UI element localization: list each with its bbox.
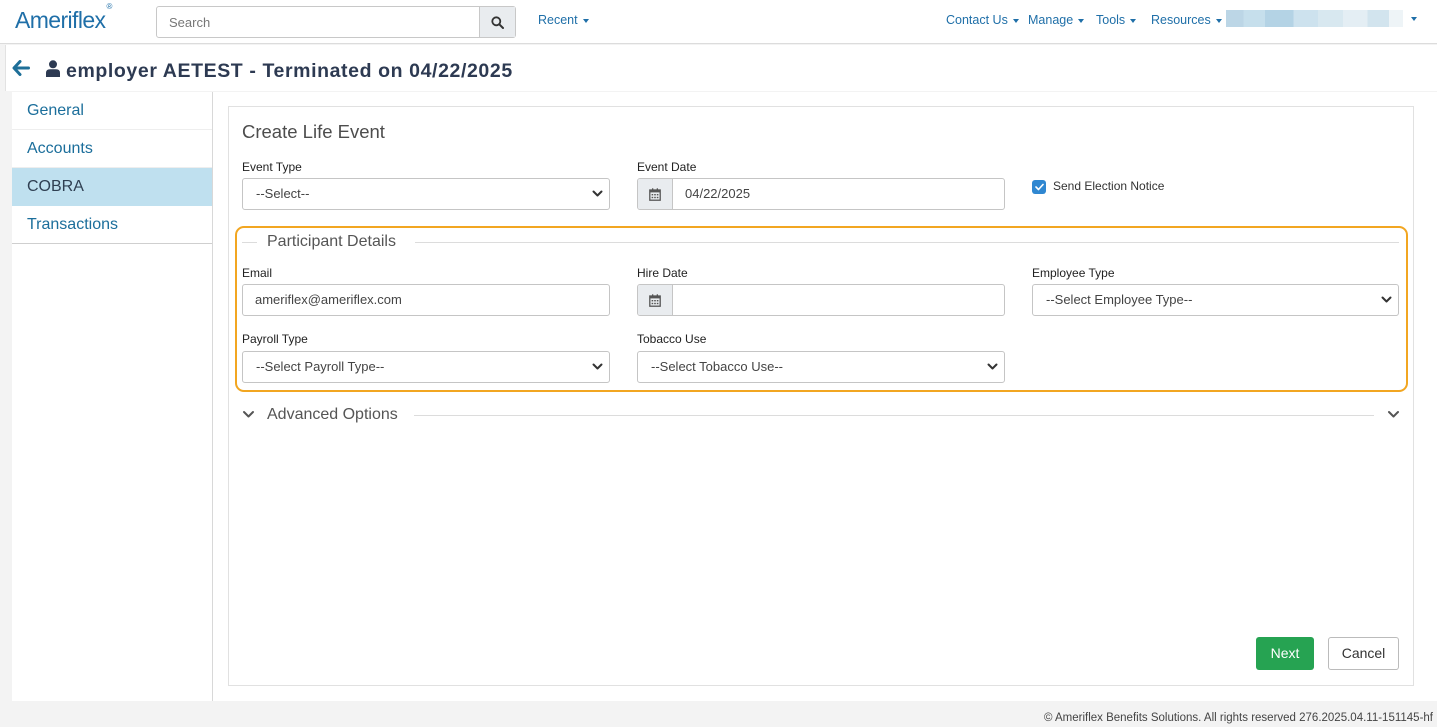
nav-tools[interactable]: Tools — [1096, 13, 1137, 27]
send-election-notice-label[interactable]: Send Election Notice — [1053, 179, 1164, 193]
send-election-notice-checkbox[interactable] — [1032, 180, 1046, 194]
page-header: employer AETEST - Terminated on 04/22/20… — [5, 45, 1437, 91]
email-input[interactable]: ameriflex@ameriflex.com — [242, 284, 610, 316]
cancel-button[interactable]: Cancel — [1328, 637, 1399, 670]
hire-date-input[interactable] — [673, 285, 685, 315]
footer-copyright: © Ameriflex Benefits Solutions. All righ… — [1043, 712, 1433, 724]
checkmark-icon — [1034, 183, 1044, 191]
employee-type-select[interactable]: --Select Employee Type-- — [1032, 284, 1399, 316]
next-button[interactable]: Next — [1256, 637, 1314, 670]
user-icon — [46, 60, 60, 77]
nav-contact-us-label: Contact Us — [946, 13, 1008, 27]
email-label: Email — [242, 266, 273, 280]
search-input[interactable] — [157, 7, 479, 37]
search-icon — [491, 15, 504, 29]
top-navbar: Ameriflex® Recent Contact Us Manage Tool… — [0, 0, 1437, 44]
back-arrow-icon[interactable] — [12, 60, 30, 76]
calendar-icon — [649, 293, 661, 307]
hire-date-label: Hire Date — [637, 266, 688, 280]
hire-date-field[interactable] — [637, 284, 1005, 316]
form-title: Create Life Event — [242, 121, 385, 142]
nav-recent-label: Recent — [538, 13, 578, 27]
tobacco-use-value: --Select Tobacco Use-- — [651, 359, 783, 374]
nav-resources[interactable]: Resources — [1151, 13, 1222, 27]
participant-details-legend: Participant Details — [267, 233, 396, 251]
tobacco-use-select[interactable]: --Select Tobacco Use-- — [637, 351, 1005, 383]
event-date-field[interactable]: 04/22/2025 — [637, 178, 1005, 210]
nav-resources-label: Resources — [1151, 13, 1211, 27]
sidebar: General Accounts COBRA Transactions — [12, 92, 213, 701]
sidebar-item-general[interactable]: General — [12, 92, 212, 130]
legend-divider — [242, 242, 257, 243]
employee-type-value: --Select Employee Type-- — [1046, 292, 1193, 307]
page-title: employer AETEST - Terminated on 04/22/20… — [66, 60, 513, 82]
chevron-down-icon — [582, 18, 589, 23]
sidebar-item-accounts[interactable]: Accounts — [12, 130, 212, 168]
sidebar-item-transactions[interactable]: Transactions — [12, 206, 212, 244]
chevron-down-icon — [1215, 18, 1222, 23]
payroll-type-value: --Select Payroll Type-- — [256, 359, 385, 374]
search-box — [156, 6, 516, 38]
chevron-down-icon — [592, 363, 603, 370]
calendar-button[interactable] — [638, 285, 673, 315]
event-date-input[interactable]: 04/22/2025 — [673, 179, 750, 209]
chevron-down-icon — [1130, 18, 1137, 23]
sidebar-item-cobra[interactable]: COBRA — [12, 168, 212, 206]
legend-divider — [414, 415, 1374, 416]
event-type-value: --Select-- — [256, 186, 310, 201]
calendar-icon — [649, 187, 661, 201]
event-type-select[interactable]: --Select-- — [242, 178, 610, 210]
employee-type-label: Employee Type — [1032, 266, 1115, 280]
nav-contact-us[interactable]: Contact Us — [946, 13, 1019, 27]
user-menu-redacted[interactable] — [1226, 10, 1403, 27]
nav-manage[interactable]: Manage — [1028, 13, 1085, 27]
chevron-down-icon — [987, 363, 998, 370]
logo-text: Ameriflex — [15, 7, 106, 33]
event-type-label: Event Type — [242, 160, 302, 174]
ameriflex-logo[interactable]: Ameriflex® — [15, 2, 112, 34]
calendar-button[interactable] — [638, 179, 673, 209]
chevron-down-icon[interactable] — [1411, 17, 1417, 21]
nav-tools-label: Tools — [1096, 13, 1126, 27]
chevron-down-icon — [592, 190, 603, 197]
event-date-label: Event Date — [637, 160, 697, 174]
nav-recent[interactable]: Recent — [538, 13, 589, 27]
advanced-options-toggle[interactable]: Advanced Options — [267, 406, 398, 424]
registered-mark: ® — [106, 2, 112, 12]
payroll-type-select[interactable]: --Select Payroll Type-- — [242, 351, 610, 383]
tobacco-use-label: Tobacco Use — [637, 332, 707, 346]
advanced-options-chevron-icon[interactable] — [242, 409, 255, 420]
chevron-down-icon — [1381, 296, 1392, 303]
chevron-down-icon — [1078, 18, 1085, 23]
nav-manage-label: Manage — [1028, 13, 1074, 27]
search-button[interactable] — [479, 7, 515, 37]
chevron-down-icon — [1012, 18, 1019, 23]
legend-divider — [415, 242, 1399, 243]
chevron-down-icon[interactable] — [1387, 409, 1400, 420]
payroll-type-label: Payroll Type — [242, 332, 308, 346]
